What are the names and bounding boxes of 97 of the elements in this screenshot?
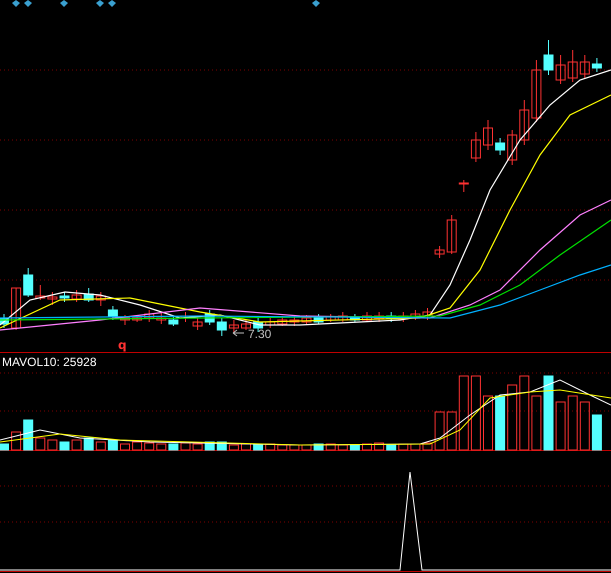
- volume-bar: [180, 442, 190, 450]
- candlestick: [47, 292, 58, 306]
- volume-bar: [495, 396, 506, 450]
- volume-bar: [156, 444, 166, 450]
- candlestick: [265, 318, 276, 328]
- candlestick: [192, 318, 203, 330]
- candlestick: [434, 246, 445, 258]
- candlestick: [120, 314, 130, 326]
- candlestick: [398, 312, 408, 322]
- volume-bar: [580, 402, 590, 450]
- candlestick: [580, 54, 590, 78]
- candlestick: [289, 316, 300, 326]
- candlestick: [314, 314, 324, 324]
- candlestick: [326, 314, 336, 322]
- candlestick: [507, 130, 518, 166]
- candlestick: [228, 320, 239, 332]
- volume-bar: [507, 384, 518, 450]
- candlestick: [568, 50, 578, 82]
- volume-bar: [362, 444, 372, 450]
- candlestick: [72, 290, 82, 302]
- volume-bar: [265, 444, 276, 450]
- candlestick: [386, 312, 396, 322]
- candlestick: [144, 310, 154, 322]
- candlestick: [531, 60, 542, 122]
- volume-bar: [120, 444, 130, 450]
- volume-bar: [386, 444, 396, 450]
- candlestick: [519, 100, 530, 146]
- candlestick: [11, 288, 22, 330]
- candlestick: [470, 132, 481, 162]
- volume-bar: [11, 432, 22, 450]
- volume-bar: [144, 442, 154, 450]
- candlestick: [350, 314, 360, 322]
- volume-bar: [434, 412, 445, 450]
- candlestick: [60, 292, 70, 302]
- candlestick: [216, 318, 227, 336]
- volume-bar: [253, 444, 264, 450]
- candlestick: [544, 40, 554, 76]
- price-label: 7.30: [248, 327, 272, 341]
- volume-bar: [60, 442, 70, 450]
- volume-bar: [289, 444, 300, 450]
- candlestick: [204, 310, 215, 326]
- volume-bar: [96, 442, 106, 450]
- volume-bar: [410, 444, 420, 450]
- candlestick: [23, 268, 34, 298]
- candlestick: [422, 308, 432, 320]
- candlestick: [277, 316, 288, 326]
- volume-bar: [108, 440, 118, 450]
- low-marker: q: [118, 338, 127, 352]
- volume-bar: [168, 444, 178, 450]
- candlestick: [495, 138, 506, 156]
- volume-bar: [84, 438, 94, 450]
- diamond-icon: [312, 0, 320, 7]
- volume-indicator: MAVOL10: 25928: [2, 355, 97, 369]
- diamond-icon: [60, 0, 68, 7]
- candlestick: [458, 180, 469, 192]
- volume-bar: [568, 396, 578, 450]
- volume-bar: [338, 444, 348, 450]
- volume-bar: [592, 414, 602, 450]
- candlestick: [108, 306, 118, 320]
- volume-bar: [350, 444, 360, 450]
- candlestick: [446, 214, 457, 254]
- volume-bar: [374, 442, 384, 450]
- volume-bar: [422, 442, 432, 450]
- volume-bar: [302, 444, 312, 450]
- candlestick: [362, 312, 372, 322]
- volume-bar: [326, 444, 336, 450]
- candlestick: [302, 314, 312, 324]
- volume-bar: [0, 444, 9, 450]
- volume-bar: [228, 444, 239, 450]
- volume-bar: [483, 396, 493, 450]
- volume-bar: [531, 396, 542, 450]
- volume-bar: [446, 412, 457, 450]
- candlestick: [35, 284, 46, 300]
- volume-bar: [398, 444, 408, 450]
- candlestick: [410, 310, 420, 320]
- volume-bar: [35, 438, 46, 450]
- candlestick: [132, 314, 142, 322]
- candlestick: [168, 316, 178, 326]
- arrow-icon: [232, 330, 244, 336]
- candlestick: [241, 320, 251, 330]
- candlestick: [338, 312, 348, 322]
- candlestick: [374, 312, 384, 322]
- volume-bar: [241, 444, 251, 450]
- volume-bar: [192, 444, 203, 450]
- volume-bar: [23, 420, 34, 450]
- candlestick: [0, 314, 9, 328]
- volume-bar: [277, 444, 288, 450]
- candlestick: [96, 292, 106, 306]
- volume-bar: [72, 440, 82, 450]
- volume-bar: [132, 442, 142, 450]
- candlestick: [556, 54, 566, 84]
- candlestick: [483, 120, 493, 150]
- volume-bar: [556, 402, 566, 450]
- candlestick: [156, 312, 166, 324]
- candlestick: [592, 58, 602, 72]
- candlestick: [84, 288, 94, 302]
- volume-bar: [47, 440, 58, 450]
